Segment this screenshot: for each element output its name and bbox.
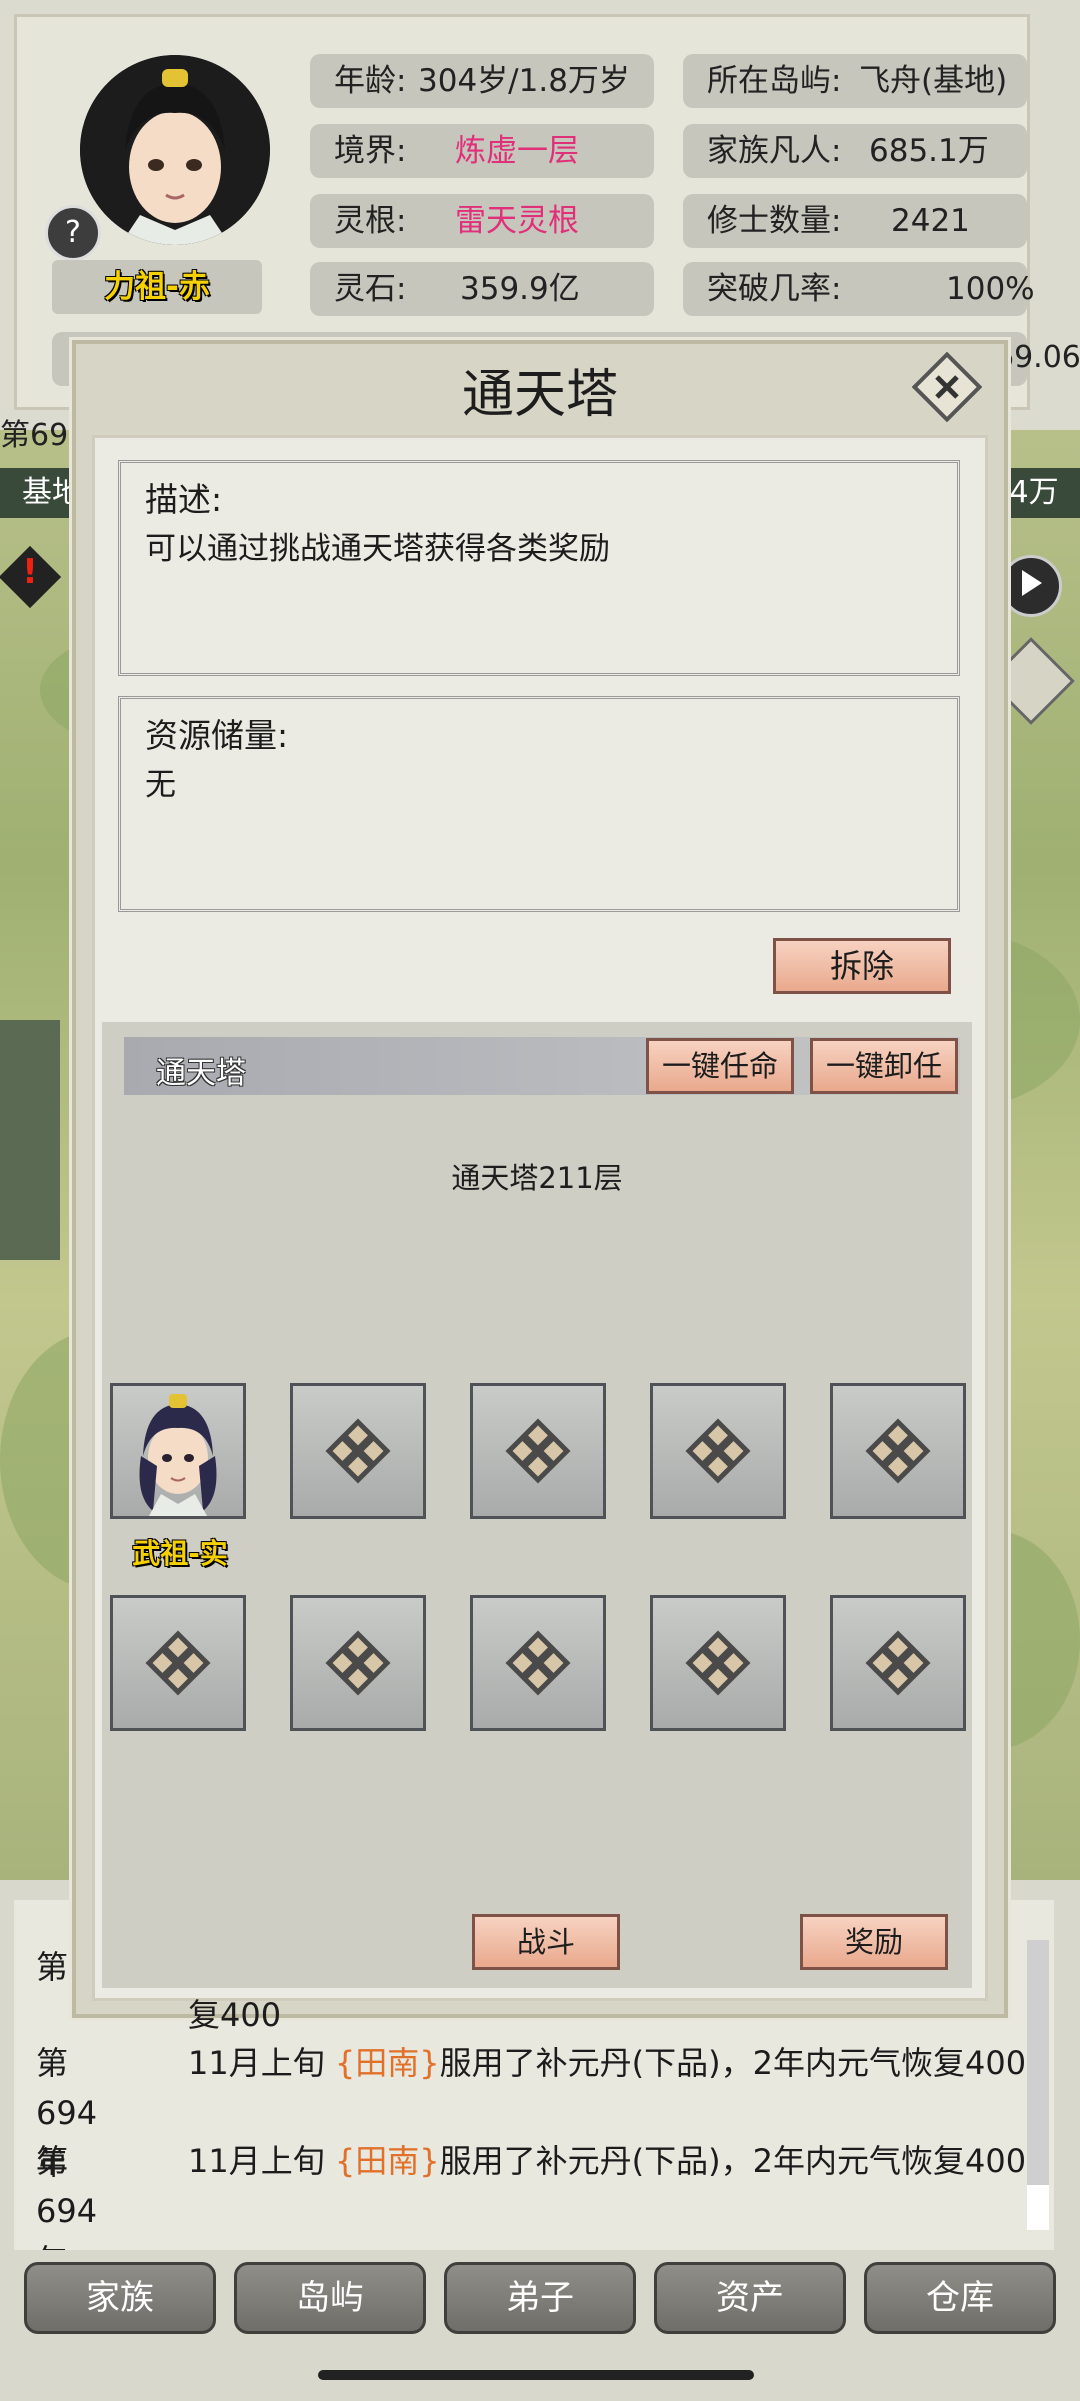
nav-warehouse[interactable]: 仓库 (864, 2262, 1056, 2334)
play-icon (1022, 570, 1042, 596)
resource-box: 资源储量: 无 (118, 696, 960, 912)
alert-exclamation-icon: ! (22, 552, 38, 592)
reward-button[interactable]: 奖励 (800, 1914, 948, 1970)
log-partial-year: 第 (36, 1948, 69, 1986)
spirit-stone-label: 灵石: (334, 271, 407, 307)
empty-slot[interactable] (470, 1383, 606, 1519)
battle-button[interactable]: 战斗 (472, 1914, 620, 1970)
age-value: 304岁/1.8万岁 (418, 63, 630, 99)
description-heading: 描述: (145, 480, 223, 519)
age-label: 年龄: (334, 63, 407, 99)
appoint-all-button[interactable]: 一键任命 (646, 1038, 794, 1094)
log-text: 11月上旬 {田南}服用了补元丹(下品)，2年内元气恢复400 (188, 2136, 1048, 2186)
log-message: 服用了补元丹(下品)，2年内元气恢复400 (439, 2142, 1027, 2180)
leader-avatar[interactable] (80, 55, 270, 245)
cultivators-field: 修士数量: 2421 (683, 194, 1027, 248)
add-plus-icon (325, 1630, 391, 1696)
island-value: 飞舟(基地) (859, 63, 1008, 99)
log-time: 11月上旬 (188, 2044, 335, 2082)
description-box: 描述: 可以通过挑战通天塔获得各类奖励 (118, 460, 960, 676)
background-right-value: .4万 (1000, 468, 1080, 518)
breakthrough-field: 突破几率: 100% (683, 262, 1035, 316)
age-field: 年龄: 304岁/1.8万岁 (310, 54, 654, 108)
mortals-label: 家族凡人: (707, 133, 842, 169)
add-plus-icon (325, 1418, 391, 1484)
empty-slot[interactable] (470, 1595, 606, 1731)
log-time: 11月上旬 (188, 2142, 335, 2180)
add-plus-icon (505, 1418, 571, 1484)
disciple-portrait (139, 1394, 217, 1516)
mortals-value: 685.1万 (869, 133, 989, 169)
resource-text: 无 (145, 767, 176, 803)
mortals-field: 家族凡人: 685.1万 (683, 124, 1027, 178)
spirit-root-label: 灵根: (334, 203, 407, 239)
add-plus-icon (505, 1630, 571, 1696)
empty-slot[interactable] (650, 1595, 786, 1731)
empty-slot[interactable] (830, 1383, 966, 1519)
spirit-root-value: 雷天灵根 (455, 203, 579, 239)
home-indicator[interactable] (318, 2370, 754, 2380)
breakthrough-value: 100% (946, 271, 1035, 307)
add-plus-icon (685, 1418, 751, 1484)
add-plus-icon (145, 1630, 211, 1696)
help-question-icon[interactable]: ? (45, 205, 101, 261)
realm-field: 境界: 炼虚一层 (310, 124, 654, 178)
empty-slot[interactable] (650, 1383, 786, 1519)
log-person[interactable]: {田南} (335, 2142, 440, 2180)
log-message: 服用了补元丹(下品)，2年内元气恢复400 (439, 2044, 1027, 2082)
resource-heading: 资源储量: (145, 716, 289, 755)
empty-slot[interactable] (830, 1595, 966, 1731)
disciple-name: 武祖-实 (132, 1537, 228, 1570)
log-partial-text: 复400 (188, 1996, 282, 2034)
add-plus-icon (865, 1630, 931, 1696)
modal-title: 通天塔 (461, 365, 618, 425)
add-plus-icon (865, 1418, 931, 1484)
breakthrough-label: 突破几率: (707, 271, 842, 307)
spirit-stone-field: 灵石: 359.9亿 (310, 262, 654, 316)
dismiss-all-button[interactable]: 一键卸任 (810, 1038, 958, 1094)
add-plus-icon (685, 1630, 751, 1696)
spirit-stone-value: 359.9亿 (460, 271, 580, 307)
nav-assets[interactable]: 资产 (654, 2262, 846, 2334)
description-text: 可以通过挑战通天塔获得各类奖励 (145, 531, 610, 567)
cultivators-value: 2421 (891, 203, 970, 239)
nav-disciples[interactable]: 弟子 (444, 2262, 636, 2334)
empty-slot[interactable] (110, 1595, 246, 1731)
building-icons-strip (0, 1020, 60, 1260)
log-person[interactable]: {田南} (335, 2044, 440, 2082)
log-text: 11月上旬 {田南}服用了补元丹(下品)，2年内元气恢复400 (188, 2038, 1048, 2088)
cultivators-label: 修士数量: (707, 203, 842, 239)
slot-header-title: 通天塔 (156, 1056, 246, 1091)
demolish-button[interactable]: 拆除 (773, 938, 951, 994)
floor-text: 通天塔211层 (451, 1161, 623, 1195)
empty-slot[interactable] (290, 1595, 426, 1731)
island-label: 所在岛屿: (707, 63, 842, 99)
nav-family[interactable]: 家族 (24, 2262, 216, 2334)
leader-name: 力祖-赤 (52, 260, 262, 314)
realm-value: 炼虚一层 (455, 133, 579, 169)
nav-island[interactable]: 岛屿 (234, 2262, 426, 2334)
spirit-root-field: 灵根: 雷天灵根 (310, 194, 654, 248)
close-icon[interactable] (911, 351, 983, 423)
island-field: 所在岛屿: 飞舟(基地) (683, 54, 1027, 108)
disciple-slot-occupied[interactable] (110, 1383, 246, 1519)
empty-slot[interactable] (290, 1383, 426, 1519)
log-scroll-thumb[interactable] (1027, 2185, 1049, 2230)
realm-label: 境界: (334, 133, 407, 169)
